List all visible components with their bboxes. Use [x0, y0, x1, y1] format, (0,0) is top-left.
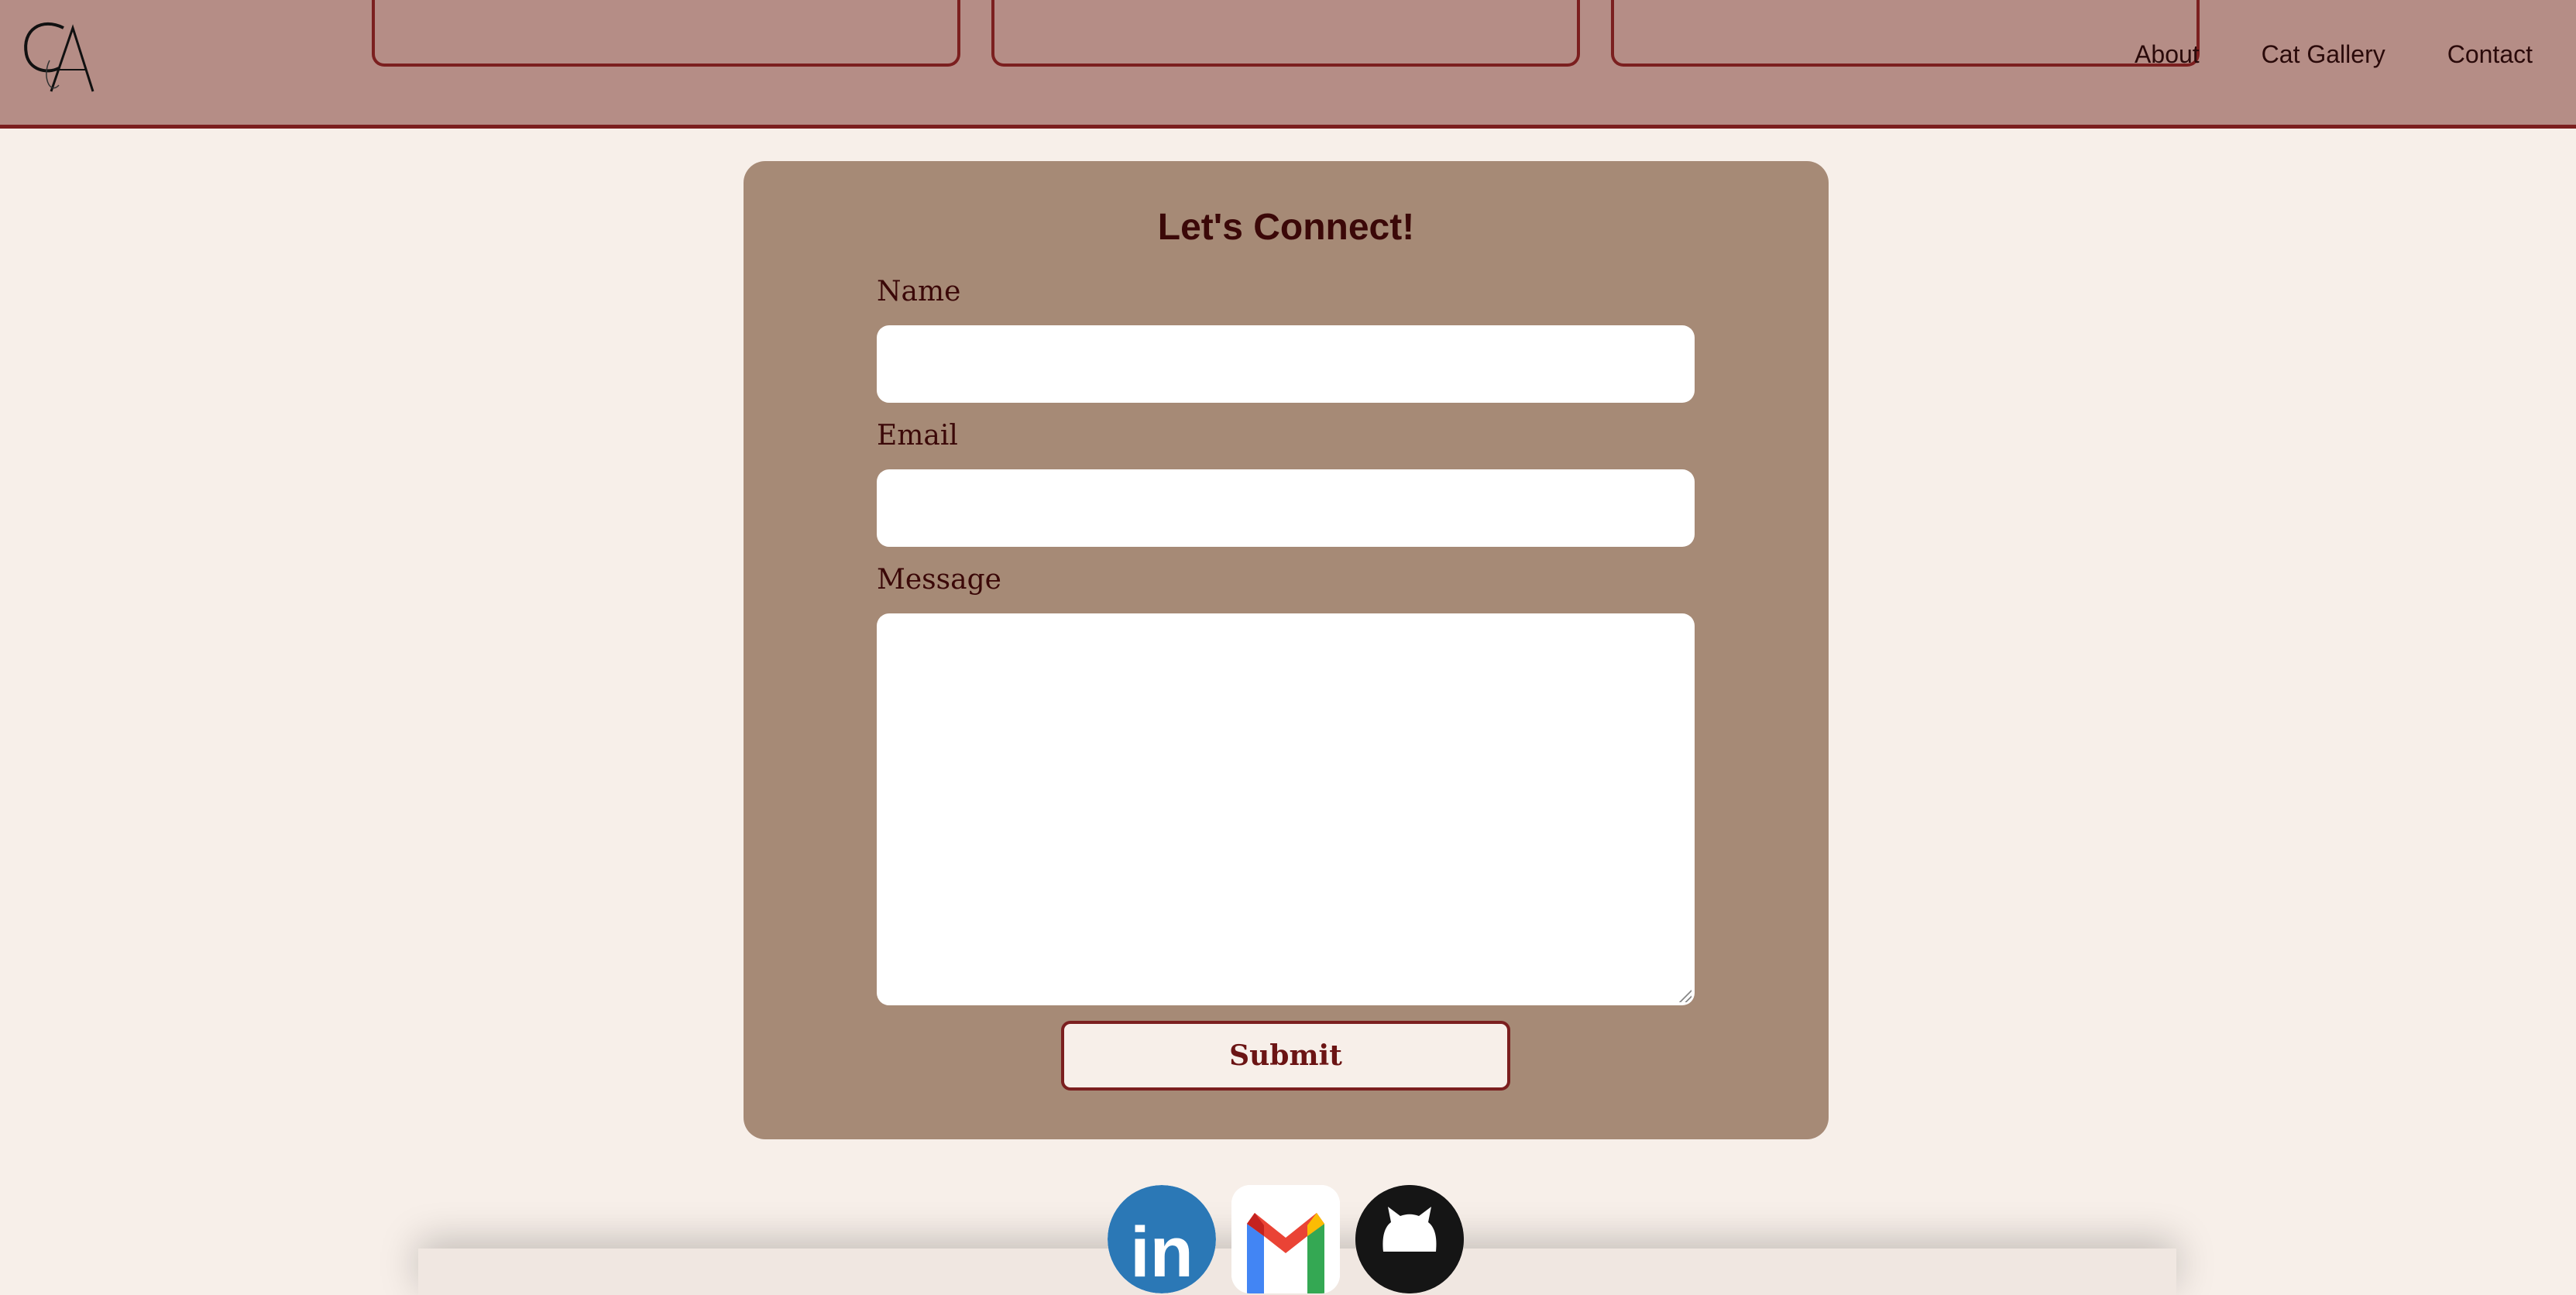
- header-card: [372, 0, 960, 67]
- email-input[interactable]: [877, 469, 1695, 547]
- name-label: Name: [877, 276, 961, 307]
- logo-icon[interactable]: [19, 14, 96, 99]
- github-link[interactable]: [1355, 1185, 1464, 1293]
- linkedin-icon: in: [1108, 1185, 1216, 1293]
- header-card: [1611, 0, 2200, 67]
- nav-cat-gallery-link[interactable]: Cat Gallery: [2262, 40, 2385, 69]
- contact-form-card: Let's Connect! Name Email Message Submit: [744, 161, 1829, 1139]
- form-title: Let's Connect!: [1157, 207, 1415, 248]
- nav-about-link[interactable]: About: [2135, 40, 2200, 69]
- nav-contact-link[interactable]: Contact: [2447, 40, 2533, 69]
- gmail-icon: [1231, 1185, 1340, 1293]
- email-label: Email: [877, 420, 958, 452]
- name-input[interactable]: [877, 325, 1695, 403]
- site-header: About Cat Gallery Contact: [0, 0, 2576, 129]
- main-nav: About Cat Gallery Contact: [2135, 40, 2533, 69]
- message-label: Message: [877, 564, 1001, 596]
- submit-button[interactable]: Submit: [1061, 1021, 1510, 1091]
- linkedin-text: in: [1130, 1213, 1194, 1292]
- message-textarea[interactable]: [877, 613, 1695, 1005]
- linkedin-link[interactable]: in: [1108, 1185, 1216, 1293]
- gmail-link[interactable]: [1231, 1185, 1340, 1293]
- github-icon: [1355, 1185, 1464, 1293]
- header-card: [991, 0, 1580, 67]
- resize-handle-icon[interactable]: [1678, 988, 1692, 1002]
